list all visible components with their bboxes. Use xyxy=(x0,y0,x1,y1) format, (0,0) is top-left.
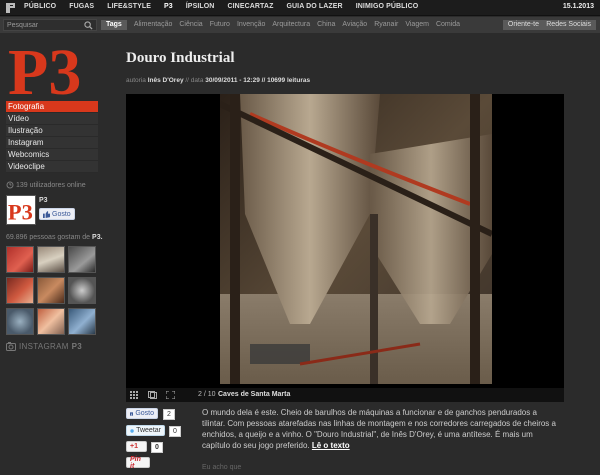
article-title: Douro Industrial xyxy=(126,50,235,66)
sidebar-item-instagram[interactable]: Instagram xyxy=(6,137,98,149)
fan-avatar[interactable] xyxy=(68,277,96,304)
tag-china[interactable]: China xyxy=(317,20,335,30)
fan-avatar[interactable] xyxy=(6,308,34,335)
likes-count: 69.896 pessoas gostam de P3. xyxy=(6,234,103,241)
sidebar-item-webcomics[interactable]: Webcomics xyxy=(6,149,98,161)
sidebar-item-video[interactable]: Vídeo xyxy=(6,113,98,125)
tags-bar: Tags Alimentação Ciência Futuro Invenção… xyxy=(0,17,600,33)
gplus-label: +1 xyxy=(130,443,138,450)
gallery-caption: Caves de Santa Marta xyxy=(218,391,291,398)
tweet-count: 0 xyxy=(169,426,181,437)
tag-ryanair[interactable]: Ryanair xyxy=(374,20,398,30)
date-prefix: // data xyxy=(185,77,204,84)
facebook-like-box: P3 P3 Gosto xyxy=(6,195,98,227)
tags-label[interactable]: Tags xyxy=(101,20,127,30)
thumbnails-icon[interactable] xyxy=(148,391,157,399)
grid-icon[interactable] xyxy=(130,391,139,399)
nav-cinecartaz[interactable]: CINECARTAZ xyxy=(227,3,273,10)
nav-inimigo-publico[interactable]: INIMIGO PÚBLICO xyxy=(356,3,419,10)
pin-it-button[interactable]: Pin it xyxy=(126,455,150,470)
tag-invencao[interactable]: Invenção xyxy=(237,20,265,30)
online-users: 139 utilizadores online xyxy=(6,181,86,189)
nav-fugas[interactable]: FUGAS xyxy=(69,3,94,10)
author-prefix: autoria xyxy=(126,77,146,84)
nav-publico[interactable]: PÚBLICO xyxy=(24,3,56,10)
orient-button[interactable]: Oriente-te xyxy=(502,20,544,30)
pin-label: Pin it xyxy=(130,455,141,470)
gallery-toolbar: 2 / 10 Caves de Santa Marta xyxy=(126,388,564,402)
like-label: Gosto xyxy=(52,210,71,218)
article-body-text: O mundo dela é este. Cheio de barulhos d… xyxy=(202,408,556,450)
likes-number: 69.896 xyxy=(6,234,28,241)
facebook-page-name[interactable]: P3 xyxy=(39,197,48,204)
gallery-photo[interactable] xyxy=(220,94,492,384)
fan-avatar[interactable] xyxy=(68,308,96,335)
fan-avatar[interactable] xyxy=(37,246,65,273)
fb-share-count: 2 xyxy=(163,409,175,420)
tag-alimentacao[interactable]: Alimentação xyxy=(134,20,173,30)
sidebar-item-fotografia[interactable]: Fotografia xyxy=(6,101,98,113)
nav-p3[interactable]: P3 xyxy=(164,3,173,10)
instagram-label: INSTAGRAM xyxy=(19,342,69,351)
likes-brand[interactable]: P3. xyxy=(92,234,103,241)
fan-avatar[interactable] xyxy=(37,308,65,335)
social-networks-button[interactable]: Redes Sociais xyxy=(541,20,596,30)
article-meta: autoria Inês D'Orey // data 30/09/2011 -… xyxy=(126,77,310,84)
fullscreen-icon[interactable] xyxy=(166,391,175,399)
tag-arquitectura[interactable]: Arquitectura xyxy=(272,20,310,30)
search-box xyxy=(3,19,97,31)
tag-comida[interactable]: Comida xyxy=(436,20,460,30)
current-date: 15.1.2013 xyxy=(562,3,594,10)
fan-avatar[interactable] xyxy=(6,277,34,304)
tag-futuro[interactable]: Futuro xyxy=(210,20,230,30)
logo-text: P3 xyxy=(8,40,81,98)
nav-ipsilon[interactable]: ÍPSILON xyxy=(186,3,215,10)
comment-teaser: Eu acho que xyxy=(202,464,242,471)
gplus-count: 0 xyxy=(151,442,163,453)
tag-viagem[interactable]: Viagem xyxy=(405,20,429,30)
clock-icon xyxy=(6,181,14,189)
tweet-label: Tweetar xyxy=(136,427,161,434)
online-users-text: 139 utilizadores online xyxy=(16,181,86,189)
facebook-like-button[interactable]: Gosto xyxy=(39,208,75,220)
nav-lifestyle[interactable]: LIFE&STYLE xyxy=(107,3,151,10)
fan-avatar[interactable] xyxy=(6,246,34,273)
sidebar-menu: Fotografia Vídeo Ilustração Instagram We… xyxy=(6,101,98,173)
fan-photo-grid xyxy=(6,246,98,335)
read-more-link[interactable]: Lê o texto xyxy=(312,441,350,450)
top-navigation-bar: PÚBLICO FUGAS LIFE&STYLE P3 ÍPSILON CINE… xyxy=(0,0,600,16)
p3-page-avatar[interactable]: P3 xyxy=(6,195,36,225)
svg-text:P3: P3 xyxy=(8,199,33,224)
twitter-bird-icon xyxy=(130,428,134,433)
thumbs-up-icon xyxy=(43,210,50,218)
search-icon[interactable] xyxy=(84,21,93,30)
svg-text:f: f xyxy=(131,412,132,416)
article-author[interactable]: Inês D'Orey xyxy=(148,77,184,84)
instagram-link[interactable]: INSTAGRAM P3 xyxy=(6,342,82,351)
fan-avatar[interactable] xyxy=(68,246,96,273)
p3-logo[interactable]: P3 xyxy=(8,40,90,98)
facebook-icon: f xyxy=(130,411,134,416)
fan-avatar[interactable] xyxy=(37,277,65,304)
article-reads: // 10699 leituras xyxy=(261,77,311,84)
google-plus-one-button[interactable]: +1 0 xyxy=(126,441,163,453)
camera-icon xyxy=(6,342,16,351)
tweet-button[interactable]: Tweetar 0 xyxy=(126,425,181,437)
article-date: 30/09/2011 - 12:29 xyxy=(205,77,260,84)
nav-guia-do-lazer[interactable]: GUIA DO LAZER xyxy=(286,3,342,10)
sidebar-item-videoclipe[interactable]: Videoclipe xyxy=(6,161,98,173)
facebook-like-share-button[interactable]: f Gosto 2 xyxy=(126,408,175,420)
fb-share-label: Gosto xyxy=(135,410,154,417)
publico-logo-icon[interactable] xyxy=(5,2,19,14)
gallery-counter: 2 / 10 xyxy=(198,391,216,398)
sidebar-item-ilustracao[interactable]: Ilustração xyxy=(6,125,98,137)
instagram-brand: P3 xyxy=(71,342,83,351)
search-input[interactable] xyxy=(7,20,79,30)
article-body: O mundo dela é este. Cheio de barulhos d… xyxy=(202,407,562,451)
likes-text: pessoas gostam de xyxy=(29,234,91,241)
tag-aviacao[interactable]: Aviação xyxy=(342,20,367,30)
tag-ciencia[interactable]: Ciência xyxy=(179,20,202,30)
photo-gallery[interactable]: 2 / 10 Caves de Santa Marta xyxy=(126,94,564,402)
